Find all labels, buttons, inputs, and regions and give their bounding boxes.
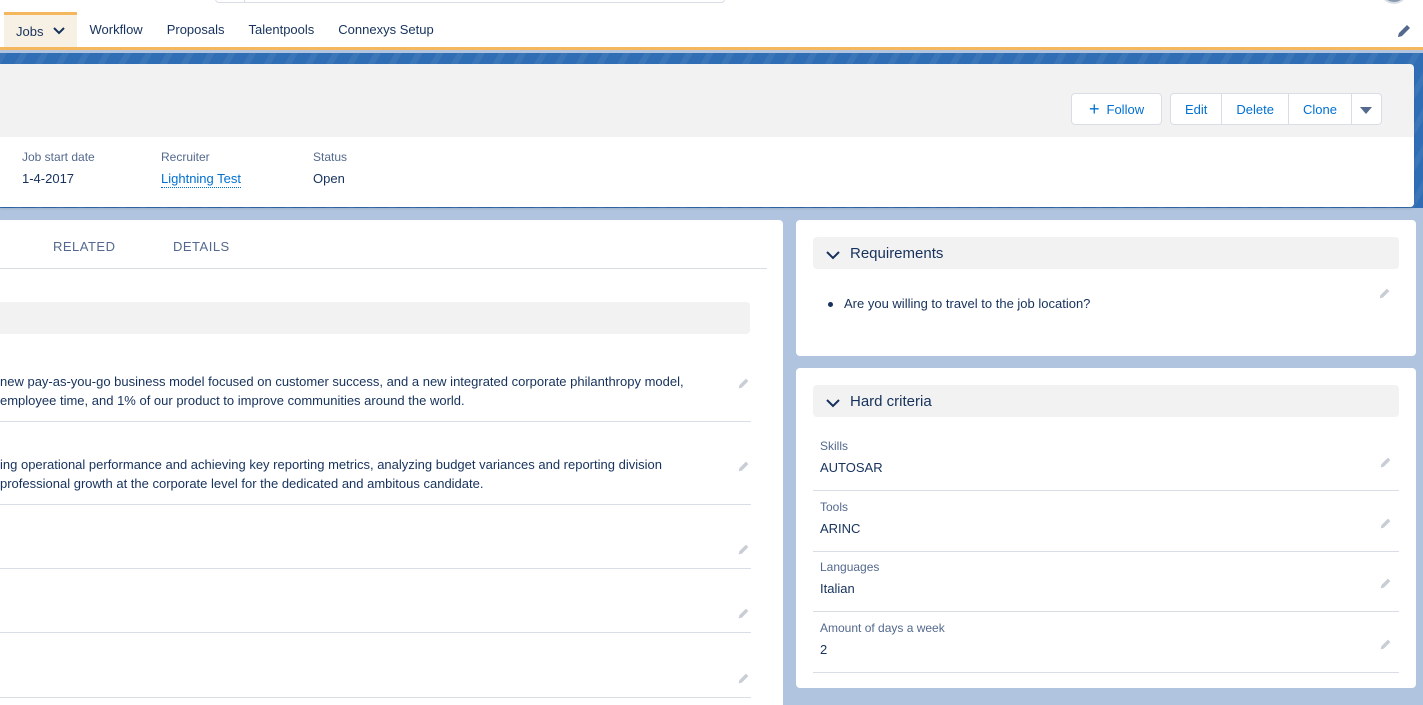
status-label: Status: [313, 150, 348, 164]
responsibilities-line-2: professional growth at the corporate lev…: [0, 476, 484, 491]
criteria-row-skills: Skills AUTOSAR: [813, 430, 1399, 491]
job-start-date-value: 1-4-2017: [22, 171, 75, 186]
requirements-title: Requirements: [850, 245, 944, 262]
tab-workflow-label: Workflow: [89, 22, 143, 37]
skills-label: Skills: [820, 439, 849, 453]
status-value: Open: [313, 171, 345, 186]
hard-criteria-header[interactable]: Hard criteria: [813, 385, 1399, 417]
pencil-icon[interactable]: [737, 543, 750, 556]
delete-button[interactable]: Delete: [1222, 93, 1289, 125]
pencil-icon[interactable]: [737, 607, 750, 620]
tab-details[interactable]: DETAILS: [173, 239, 230, 254]
user-avatar[interactable]: [1380, 0, 1408, 4]
edit-button[interactable]: Edit: [1170, 93, 1223, 125]
empty-field-row: [0, 633, 751, 698]
plus-icon: +: [1089, 99, 1100, 119]
global-search-input[interactable]: [215, 0, 725, 3]
description-row: new pay-as-you-go business model focused…: [0, 372, 751, 422]
chevron-down-icon: [826, 395, 840, 413]
follow-label: Follow: [1106, 101, 1145, 117]
pencil-icon[interactable]: [1379, 517, 1392, 530]
criteria-row-tools: Tools ARINC: [813, 491, 1399, 552]
empty-field-row: [0, 569, 751, 633]
description-line-2: employee time, and 1% of our product to …: [0, 393, 465, 408]
requirement-item: Are you willing to travel to the job loc…: [844, 296, 1091, 311]
record-actions: Edit Delete Clone: [1170, 93, 1382, 125]
responsibilities-text: ing operational performance and achievin…: [0, 455, 662, 493]
pencil-icon[interactable]: [1378, 287, 1391, 300]
chevron-down-icon: [826, 247, 840, 265]
tab-connexys-setup[interactable]: Connexys Setup: [326, 12, 445, 47]
days-per-week-value: 2: [820, 642, 828, 657]
pencil-icon[interactable]: [737, 672, 750, 685]
job-start-date-field: Job start date 1-4-2017: [22, 150, 95, 186]
requirements-header[interactable]: Requirements: [813, 237, 1399, 269]
detail-card: RELATED DETAILS new pay-as-you-go busine…: [0, 220, 783, 705]
criteria-row-days-per-week: Amount of days a week 2: [813, 612, 1399, 673]
recruiter-field: Recruiter Lightning Test: [161, 150, 241, 188]
languages-value: Italian: [820, 581, 855, 596]
requirements-card: Requirements Are you willing to travel t…: [796, 220, 1416, 356]
tab-proposals[interactable]: Proposals: [155, 12, 237, 47]
tab-talentpools-label: Talentpools: [248, 22, 315, 37]
tab-jobs-label: Jobs: [16, 23, 44, 39]
job-start-date-label: Job start date: [22, 150, 95, 164]
follow-button[interactable]: + Follow: [1071, 93, 1163, 125]
tools-value: ARINC: [820, 521, 861, 536]
pencil-icon[interactable]: [1379, 638, 1392, 651]
pencil-icon[interactable]: [1379, 456, 1392, 469]
top-navigation: Jobs Workflow Proposals Talentpools Conn…: [0, 0, 1423, 50]
tools-label: Tools: [820, 500, 849, 514]
pencil-icon[interactable]: [737, 377, 750, 390]
record-highlights: + Follow Edit Delete Clone Job start dat…: [0, 64, 1414, 207]
chevron-down-icon[interactable]: [53, 27, 66, 35]
tab-workflow[interactable]: Workflow: [77, 12, 154, 47]
hard-criteria-card: Hard criteria Skills AUTOSAR Tools ARINC…: [796, 368, 1416, 688]
responsibilities-row: ing operational performance and achievin…: [0, 455, 751, 505]
tab-connexys-setup-label: Connexys Setup: [338, 22, 434, 37]
skills-value: AUTOSAR: [820, 460, 883, 475]
detail-tabs: RELATED DETAILS: [0, 220, 767, 269]
recruiter-link[interactable]: Lightning Test: [161, 171, 241, 188]
follow-button-group: + Follow: [1071, 93, 1163, 125]
hard-criteria-title: Hard criteria: [850, 393, 932, 410]
languages-label: Languages: [820, 560, 880, 574]
tab-related[interactable]: RELATED: [53, 239, 116, 254]
empty-field-row: [0, 505, 751, 569]
responsibilities-line-1: ing operational performance and achievin…: [0, 457, 662, 472]
section-header[interactable]: [0, 302, 750, 334]
clone-button[interactable]: Clone: [1288, 93, 1352, 125]
more-actions-button[interactable]: [1351, 93, 1382, 125]
days-per-week-label: Amount of days a week: [820, 621, 945, 635]
bullet-icon: [828, 302, 833, 307]
recruiter-label: Recruiter: [161, 150, 210, 164]
criteria-row-languages: Languages Italian: [813, 551, 1399, 612]
tab-jobs[interactable]: Jobs: [4, 12, 78, 47]
tab-talentpools[interactable]: Talentpools: [237, 12, 327, 47]
app-tabs: Jobs Workflow Proposals Talentpools Conn…: [4, 12, 446, 47]
edit-nav-pencil-icon[interactable]: [1396, 23, 1412, 44]
status-field: Status Open: [313, 150, 347, 186]
highlight-fields: Job start date 1-4-2017 Recruiter Lightn…: [0, 137, 1414, 207]
description-text: new pay-as-you-go business model focused…: [0, 372, 684, 410]
tab-proposals-label: Proposals: [166, 22, 225, 37]
description-line-1: new pay-as-you-go business model focused…: [0, 374, 684, 389]
pencil-icon[interactable]: [737, 460, 750, 473]
caret-down-icon: [1360, 102, 1373, 117]
search-divider: [244, 0, 245, 3]
pencil-icon[interactable]: [1379, 577, 1392, 590]
